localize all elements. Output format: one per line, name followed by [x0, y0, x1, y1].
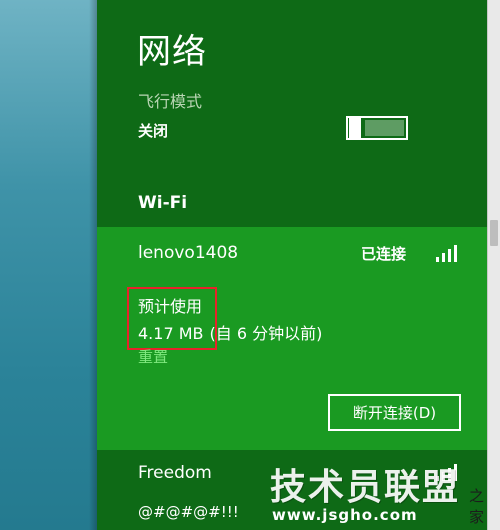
usage-amount: 4.17 MB [138, 324, 204, 343]
disconnect-button[interactable]: 断开连接(D) [328, 394, 461, 431]
panel-title: 网络 [137, 32, 207, 72]
panel-scrollbar[interactable] [487, 0, 500, 530]
network-charm-panel: 网络 飞行模式 关闭 Wi-Fi lenovo1408 已连接 预计使用 4.1… [97, 0, 487, 530]
airplane-mode-toggle[interactable] [346, 116, 408, 140]
airplane-mode-label: 飞行模式 [138, 92, 203, 111]
network-item-second[interactable]: @#@#@#!!! [138, 503, 239, 521]
airplane-mode-state: 关闭 [138, 122, 169, 140]
network-name: lenovo1408 [138, 243, 239, 263]
usage-value: 4.17 MB (自 6 分钟以前) [138, 320, 322, 344]
connected-network-item[interactable]: lenovo1408 已连接 预计使用 4.17 MB (自 6 分钟以前) 重置… [97, 227, 487, 450]
network-item-freedom[interactable]: Freedom [138, 463, 212, 483]
usage-note: (自 6 分钟以前) [209, 324, 323, 343]
wifi-signal-icon [436, 463, 462, 481]
toggle-knob [349, 116, 361, 140]
wifi-heading: Wi-Fi [138, 193, 188, 213]
connection-status: 已连接 [361, 245, 407, 263]
scrollbar-thumb[interactable] [490, 220, 498, 246]
desktop-background [0, 0, 97, 530]
usage-label: 预计使用 [138, 297, 203, 316]
wifi-signal-icon [436, 244, 462, 262]
toggle-track [365, 120, 404, 136]
reset-link[interactable]: 重置 [138, 346, 168, 367]
